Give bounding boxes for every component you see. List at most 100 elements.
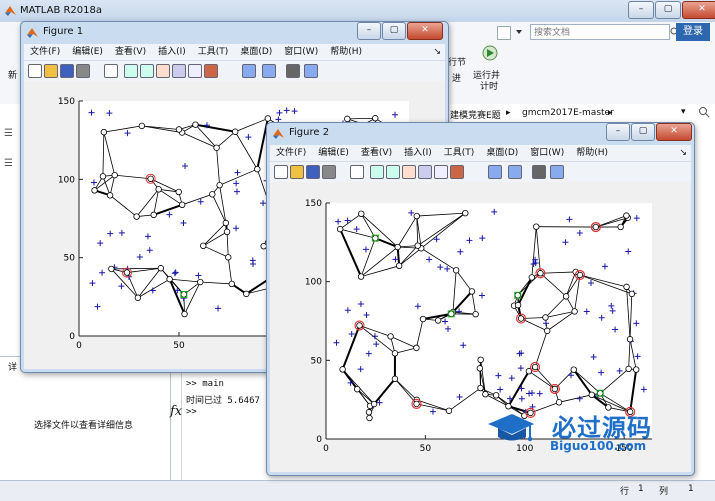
panel-menu-icon[interactable]: ☰ (4, 158, 13, 169)
figure2-menu-item-5[interactable]: 桌面(D) (486, 145, 518, 161)
figure1-legend-icon[interactable] (262, 64, 276, 78)
minimize-button[interactable]: – (628, 1, 654, 19)
figure2-node-marker (477, 366, 483, 372)
run-section-label[interactable]: 行节 (448, 55, 466, 68)
figure2-rotate-icon[interactable] (418, 165, 432, 179)
figure-2-minimize-button[interactable]: – (606, 123, 630, 141)
figure1-dock-icon[interactable]: ↘ (433, 44, 445, 60)
figure1-menu-item-3[interactable]: 插入(I) (158, 44, 186, 60)
figure1-node-marker (181, 292, 187, 298)
figure2-print-icon[interactable] (322, 165, 336, 179)
figure1-ytick-label: 100 (58, 175, 75, 185)
figure1-new-figure-icon[interactable] (28, 64, 42, 78)
dropdown-icon[interactable] (513, 26, 525, 38)
figure2-node-marker (478, 357, 484, 363)
figure2-zoom-out-icon[interactable] (386, 165, 400, 179)
figure1-hide-plot-tools-icon[interactable] (286, 64, 300, 78)
login-button[interactable]: 登录 (676, 23, 710, 41)
figure2-colorbar-icon[interactable] (488, 165, 502, 179)
figure2-node-marker (415, 243, 421, 249)
figure2-dock-icon[interactable]: ↘ (679, 145, 691, 161)
search-folder-icon[interactable] (698, 106, 710, 118)
figure2-menu-item-6[interactable]: 窗口(W) (530, 145, 564, 161)
path-separator-icon: ▸ (506, 108, 511, 118)
details-placeholder-text: 选择文件以查看详细信息 (34, 418, 133, 431)
path-dropdown-icon[interactable]: ▾ (681, 107, 686, 117)
help-icon[interactable] (497, 26, 511, 40)
figure1-pan-icon[interactable] (156, 64, 170, 78)
run-and-time-icon[interactable] (482, 44, 498, 66)
figure2-legend-icon[interactable] (508, 165, 522, 179)
figure2-brush-icon[interactable] (450, 165, 464, 179)
figure1-show-plot-tools-icon[interactable] (304, 64, 318, 78)
figure2-node-marker (414, 345, 420, 351)
figure1-menu-item-6[interactable]: 窗口(W) (284, 44, 318, 60)
figure-2-menu-bar: 文件(F) 编辑(E) 查看(V) 插入(I) 工具(T) 桌面(D) 窗口(W) 帮助(H)… (270, 145, 691, 161)
figure-2-maximize-button[interactable]: ▢ (631, 123, 655, 141)
panel-menu-icon[interactable]: ☰ (4, 128, 13, 139)
figure-2-close-button[interactable]: ✕ (656, 123, 692, 141)
figure1-zoom-out-icon[interactable] (140, 64, 154, 78)
figure-2-title: Figure 2 (289, 127, 329, 138)
path-separator-icon: ▸ (608, 108, 613, 118)
figure2-menu-item-4[interactable]: 工具(T) (444, 145, 475, 161)
figure2-pan-icon[interactable] (402, 165, 416, 179)
figure2-node-marker (373, 235, 379, 241)
path-segment-project[interactable]: gmcm2017E-master (522, 108, 614, 118)
figure2-node-marker (515, 302, 521, 308)
figure2-show-plot-tools-icon[interactable] (550, 165, 564, 179)
figure1-menu-item-7[interactable]: 帮助(H) (330, 44, 362, 60)
figure1-node-marker (151, 212, 157, 218)
matlab-title-bar[interactable]: MATLAB R2018a (0, 0, 715, 23)
figure1-menu-item-1[interactable]: 编辑(E) (72, 44, 103, 60)
figure2-data-cursor-icon[interactable] (434, 165, 448, 179)
figure1-brush-icon[interactable] (204, 64, 218, 78)
function-browser-icon[interactable]: fx (170, 404, 182, 419)
figure2-menu-item-1[interactable]: 编辑(E) (318, 145, 349, 161)
close-button[interactable]: ✕ (682, 1, 715, 19)
figure2-node-marker (552, 386, 558, 392)
figure1-data-cursor-icon[interactable] (188, 64, 202, 78)
figure-1-maximize-button[interactable]: ▢ (382, 22, 406, 40)
figure2-menu-item-2[interactable]: 查看(V) (361, 145, 392, 161)
figure1-zoom-in-icon[interactable] (124, 64, 138, 78)
figure1-open-file-icon[interactable] (44, 64, 58, 78)
advance-label[interactable]: 进 (452, 71, 461, 84)
figure2-node-marker (478, 385, 484, 391)
run-and-time-label-2[interactable]: 计时 (480, 79, 498, 92)
figure1-menu-item-2[interactable]: 查看(V) (115, 44, 146, 60)
figure1-node-marker (135, 295, 141, 301)
new-label[interactable]: 新 (8, 68, 17, 81)
path-segment-competition[interactable]: 建模竞赛E题 (450, 108, 501, 121)
figure1-menu-item-5[interactable]: 桌面(D) (240, 44, 272, 60)
figure1-node-marker (232, 129, 238, 135)
figure2-node-marker (357, 323, 363, 329)
figure1-node-marker (217, 182, 223, 188)
figure2-node-marker (544, 328, 550, 334)
figure2-node-marker (358, 274, 364, 280)
figure2-save-icon[interactable] (306, 165, 320, 179)
figure2-hide-plot-tools-icon[interactable] (532, 165, 546, 179)
figure2-open-file-icon[interactable] (290, 165, 304, 179)
maximize-button[interactable]: ▢ (655, 1, 681, 19)
figure1-menu-item-0[interactable]: 文件(F) (30, 44, 60, 60)
figure2-node-marker (589, 392, 595, 398)
figure2-menu-item-7[interactable]: 帮助(H) (576, 145, 608, 161)
figure-1-close-button[interactable]: ✕ (407, 22, 443, 40)
documentation-search-input[interactable]: 搜索文档 (530, 24, 670, 40)
figure1-rotate-icon[interactable] (172, 64, 186, 78)
figure2-zoom-in-icon[interactable] (370, 165, 384, 179)
figure2-menu-item-0[interactable]: 文件(F) (276, 145, 306, 161)
figure2-new-figure-icon[interactable] (274, 165, 288, 179)
figure1-menu-item-4[interactable]: 工具(T) (198, 44, 229, 60)
figure1-save-icon[interactable] (60, 64, 74, 78)
figure1-colorbar-icon[interactable] (242, 64, 256, 78)
figure1-print-icon[interactable] (76, 64, 90, 78)
figure1-pointer-icon[interactable] (104, 64, 118, 78)
command-prompt[interactable]: >> (186, 407, 197, 417)
figure2-node-marker (446, 408, 452, 414)
figure2-node-marker (532, 364, 538, 370)
figure-1-minimize-button[interactable]: – (357, 22, 381, 40)
figure2-menu-item-3[interactable]: 插入(I) (404, 145, 432, 161)
figure2-pointer-icon[interactable] (350, 165, 364, 179)
